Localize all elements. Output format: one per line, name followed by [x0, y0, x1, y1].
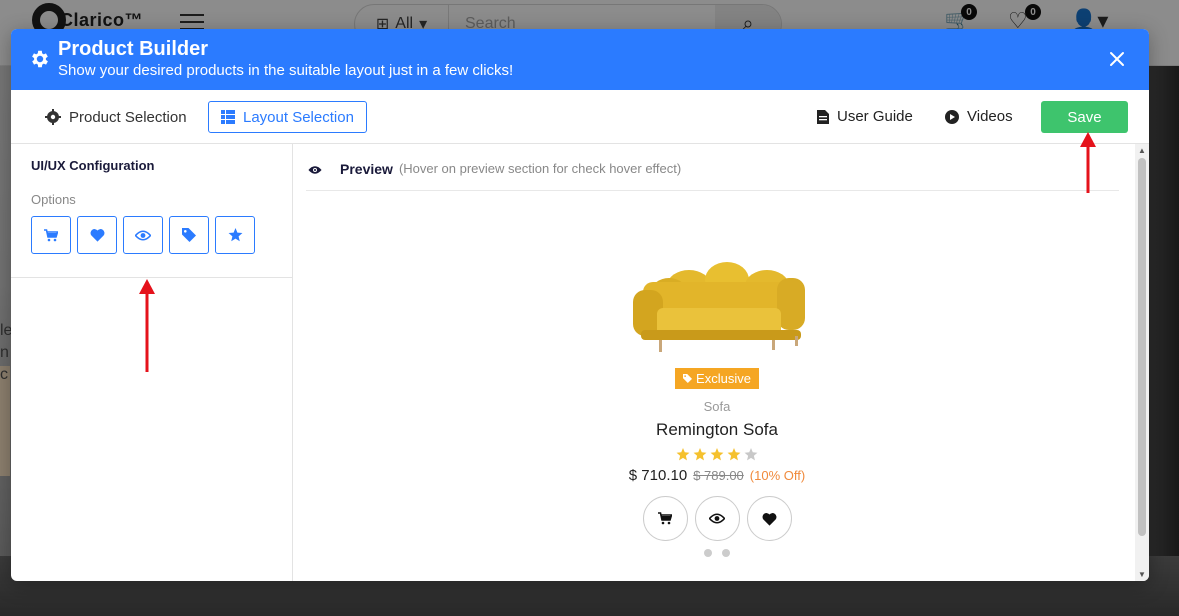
discount-label: (10% Off)	[749, 468, 806, 483]
quick-view-button[interactable]	[694, 496, 740, 541]
cart-icon	[44, 228, 58, 241]
annotation-arrow	[1080, 132, 1096, 193]
modal-subtitle: Show your desired products in the suitab…	[58, 62, 514, 79]
rating-star-icon	[727, 448, 741, 461]
options-label: Options	[31, 192, 76, 207]
price-old: $ 789.00	[693, 468, 744, 483]
tab-product-selection[interactable]: Product Selection	[33, 101, 199, 133]
carousel-dot[interactable]	[722, 549, 730, 557]
close-icon[interactable]	[1107, 49, 1127, 69]
rating-star-icon	[676, 448, 690, 461]
gear-icon	[32, 50, 48, 68]
cart-icon	[658, 512, 672, 525]
eye-icon	[308, 166, 322, 174]
eye-icon	[709, 513, 725, 524]
carousel-dots	[604, 549, 830, 557]
add-to-cart-button[interactable]	[642, 496, 688, 541]
eye-icon	[135, 230, 151, 240]
carousel-dot[interactable]	[704, 549, 712, 557]
product-image	[633, 262, 805, 352]
cog-bag-icon	[45, 109, 61, 125]
tag-icon	[182, 228, 196, 242]
document-icon	[817, 109, 829, 124]
tag-icon	[683, 374, 693, 383]
option-label-button[interactable]	[169, 216, 209, 254]
preview-panel: Preview (Hover on preview section for ch…	[294, 144, 1149, 581]
annotation-arrow	[139, 279, 155, 372]
preview-header: Preview (Hover on preview section for ch…	[306, 161, 1119, 191]
scroll-down-icon[interactable]: ▼	[1138, 570, 1146, 579]
preview-title: Preview	[340, 161, 393, 177]
star-icon	[228, 228, 242, 242]
option-rating-button[interactable]	[215, 216, 255, 254]
price-current: $ 710.10	[628, 467, 688, 484]
save-button[interactable]: Save	[1041, 101, 1128, 133]
play-circle-icon	[945, 109, 959, 124]
modal-toolbar: Product Selection Layout Selection User …	[11, 90, 1149, 144]
product-name[interactable]: Remington Sofa	[604, 420, 830, 440]
user-guide-link[interactable]: User Guide	[817, 108, 913, 125]
product-category: Sofa	[703, 399, 731, 414]
tab-layout-selection[interactable]: Layout Selection	[208, 101, 367, 133]
price-row: $ 710.10 $ 789.00 (10% Off)	[604, 467, 830, 484]
option-quickview-button[interactable]	[123, 216, 163, 254]
config-title: UI/UX Configuration	[31, 158, 155, 173]
options-row	[31, 216, 255, 254]
heart-icon	[762, 512, 776, 526]
scroll-up-icon[interactable]: ▲	[1138, 146, 1146, 155]
rating-star-icon	[744, 448, 758, 461]
rating-star-icon	[710, 448, 724, 461]
preview-scrollbar[interactable]: ▲ ▼	[1135, 144, 1149, 581]
preview-hint: (Hover on preview section for check hove…	[398, 161, 682, 176]
option-cart-button[interactable]	[31, 216, 71, 254]
grid-layout-icon	[221, 110, 235, 124]
modal-title: Product Builder	[58, 38, 209, 60]
modal-header: Product Builder Show your desired produc…	[11, 29, 1149, 90]
product-actions	[604, 496, 830, 541]
option-wishlist-button[interactable]	[77, 216, 117, 254]
scrollbar-thumb[interactable]	[1138, 158, 1146, 536]
exclusive-badge: Exclusive	[675, 368, 759, 389]
rating-star-icon	[693, 448, 707, 461]
product-card-preview[interactable]: Exclusive Sofa Remington Sofa $ 710.10 $…	[604, 234, 830, 557]
heart-icon	[90, 229, 104, 242]
videos-link[interactable]: Videos	[945, 108, 1013, 125]
product-rating	[604, 448, 830, 461]
product-builder-modal: Product Builder Show your desired produc…	[11, 29, 1149, 581]
add-to-wishlist-button[interactable]	[746, 496, 792, 541]
